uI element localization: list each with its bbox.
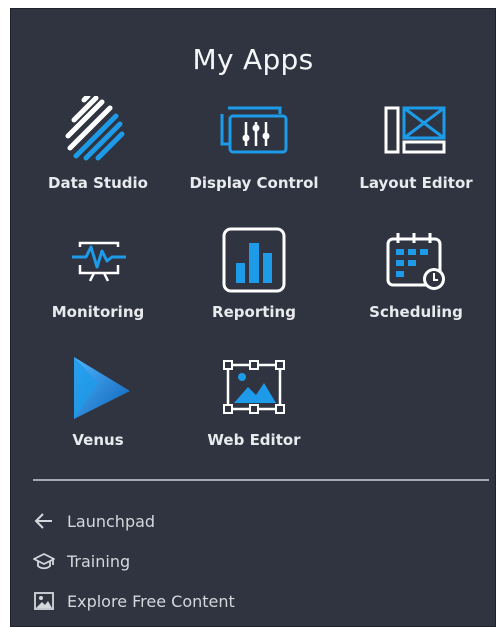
divider — [33, 479, 489, 481]
link-label: Training — [67, 551, 131, 571]
scheduling-icon — [386, 233, 445, 290]
app-monitoring[interactable]: Monitoring — [23, 225, 173, 321]
app-label: Venus — [72, 431, 124, 449]
app-data-studio[interactable]: Data Studio — [23, 96, 173, 192]
launchpad-link[interactable]: Launchpad — [33, 509, 155, 533]
app-label: Monitoring — [51, 303, 145, 321]
app-layout-editor[interactable]: Layout Editor — [341, 96, 491, 192]
my-apps-panel: My Apps Data Studio Display Control Layo… — [10, 8, 496, 627]
app-label: Layout Editor — [359, 174, 473, 192]
link-label: Launchpad — [67, 511, 156, 531]
app-label: Reporting — [212, 303, 296, 321]
data-studio-icon — [65, 96, 125, 161]
app-label: Display Control — [189, 174, 319, 192]
training-link[interactable]: Training — [33, 549, 130, 573]
reporting-icon — [222, 227, 286, 293]
app-display-control[interactable]: Display Control — [179, 96, 329, 192]
app-label: Web Editor — [207, 431, 301, 449]
image-icon — [34, 592, 54, 610]
panel-title: My Apps — [192, 43, 314, 76]
app-reporting[interactable]: Reporting — [179, 225, 329, 321]
app-label: Data Studio — [48, 174, 148, 192]
web-editor-icon — [223, 360, 285, 414]
arrow-left-icon — [34, 513, 52, 529]
explore-free-content-link[interactable]: Explore Free Content — [33, 589, 235, 613]
monitoring-icon — [72, 241, 126, 282]
venus-icon — [74, 357, 130, 419]
display-control-icon — [220, 106, 288, 154]
layout-editor-icon — [384, 106, 446, 154]
app-label: Scheduling — [369, 303, 463, 321]
app-web-editor[interactable]: Web Editor — [179, 353, 329, 449]
app-venus[interactable]: Venus — [23, 353, 173, 449]
app-scheduling[interactable]: Scheduling — [341, 225, 491, 321]
link-label: Explore Free Content — [67, 591, 235, 611]
graduation-cap-icon — [33, 553, 55, 570]
